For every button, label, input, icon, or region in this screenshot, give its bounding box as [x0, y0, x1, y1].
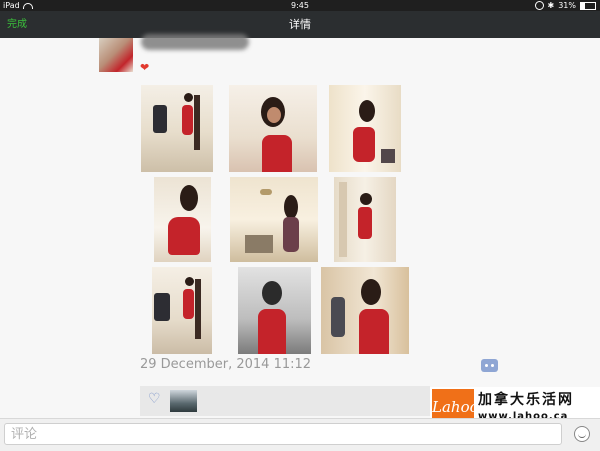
comment-bar: 评论	[0, 418, 600, 451]
battery-percent: 31%	[558, 1, 576, 10]
photo-3[interactable]	[329, 85, 401, 172]
heart-icon: ❤	[140, 61, 150, 74]
photo-5[interactable]	[230, 177, 318, 262]
photo-2[interactable]	[229, 85, 317, 172]
photo-9[interactable]	[321, 267, 409, 354]
rotation-lock-icon	[534, 1, 544, 10]
liker-avatar[interactable]	[170, 390, 197, 412]
photo-1[interactable]	[141, 85, 213, 172]
photo-6[interactable]	[334, 177, 396, 262]
comment-input[interactable]: 评论	[4, 423, 562, 445]
emoji-icon[interactable]	[574, 426, 590, 442]
watermark-name: 加拿大乐活网	[478, 392, 574, 408]
battery-icon	[580, 1, 596, 10]
bluetooth-icon: ✱	[547, 1, 555, 10]
post-timestamp: 29 December, 2014 11:12	[140, 357, 312, 372]
comment-icon[interactable]	[481, 359, 498, 372]
likes-panel: ♡	[140, 386, 430, 416]
page-title: 详情	[289, 18, 311, 31]
photo-8[interactable]	[238, 267, 311, 354]
nav-bar: 完成 详情	[0, 11, 600, 38]
status-bar: iPad 9:45 ✱ 31%	[0, 0, 600, 11]
status-time: 9:45	[291, 1, 309, 10]
avatar[interactable]	[99, 38, 133, 72]
photo-4[interactable]	[154, 177, 211, 262]
status-right: ✱ 31%	[534, 0, 596, 11]
photo-7[interactable]	[152, 267, 212, 354]
heart-icon: ♡	[148, 391, 161, 407]
blurred-username	[141, 34, 249, 50]
